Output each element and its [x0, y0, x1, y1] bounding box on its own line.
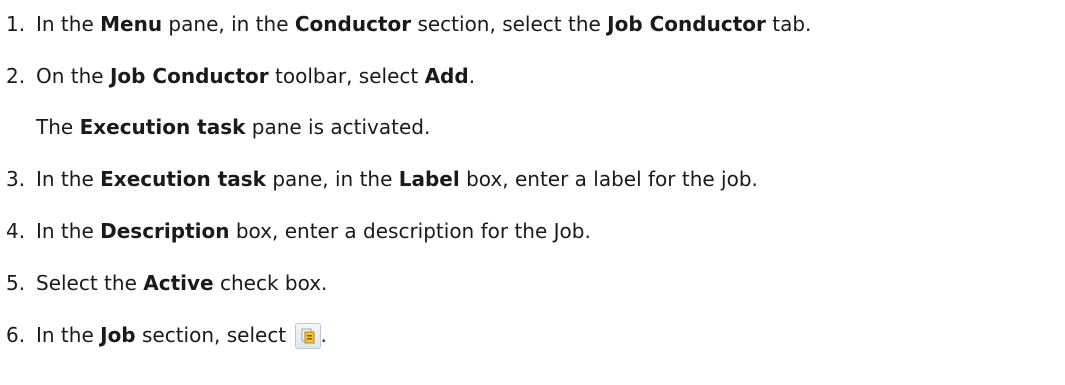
- step-text: .: [468, 64, 476, 88]
- step-bold: Add: [424, 64, 469, 88]
- step-text: .: [320, 323, 327, 347]
- step-6: 6. In the Job section, select .: [6, 321, 327, 349]
- step-bold: Job Conductor: [109, 64, 269, 88]
- step-bold: Execution task: [100, 167, 266, 191]
- step-text: box, enter a description for the Job.: [229, 219, 591, 243]
- instruction-steps: 1. In the Menu pane, in the Conductor sec…: [0, 0, 1065, 385]
- job-select-icon: [294, 323, 321, 349]
- step-bold: Job: [100, 323, 136, 347]
- step-3: 3. In the Execution task pane, in the Lab…: [6, 165, 758, 193]
- step-bold: Conductor: [294, 12, 412, 36]
- step-text: In the: [36, 323, 101, 347]
- step-4: 4. In the Description box, enter a descri…: [6, 217, 591, 245]
- step-bold: Menu: [100, 12, 163, 36]
- step-text: On the: [36, 64, 110, 88]
- step-5: 5. Select the Active check box.: [6, 269, 327, 297]
- step-text: In the: [36, 219, 101, 243]
- step-bold: Label: [398, 167, 460, 191]
- note-text: pane is activated.: [245, 115, 431, 139]
- step-1: 1. In the Menu pane, in the Conductor sec…: [6, 10, 811, 38]
- step-text: In the: [36, 167, 101, 191]
- step-number: 3.: [6, 167, 26, 191]
- step-number: 6.: [6, 323, 26, 347]
- step-text: toolbar, select: [268, 64, 425, 88]
- step-text: check box.: [213, 271, 328, 295]
- step-number: 1.: [6, 12, 26, 36]
- step-2: 2. On the Job Conductor toolbar, select A…: [6, 62, 475, 90]
- step-text: section, select the: [411, 12, 608, 36]
- step-number: 5.: [6, 271, 26, 295]
- step-bold: Description: [100, 219, 230, 243]
- step-text: Select the: [36, 271, 144, 295]
- step-text: box, enter a label for the job.: [459, 167, 758, 191]
- step-number: 2.: [6, 64, 26, 88]
- step-text: In the: [36, 12, 101, 36]
- note-bold: Execution task: [79, 115, 246, 139]
- step-number: 4.: [6, 219, 26, 243]
- step-text: pane, in the: [162, 12, 295, 36]
- step-bold: Active: [143, 271, 214, 295]
- step-text: section, select: [135, 323, 293, 347]
- step-text: pane, in the: [265, 167, 399, 191]
- step-bold: Job Conductor: [607, 12, 766, 36]
- step-2-note: The Execution task pane is activated.: [36, 113, 430, 141]
- note-text: The: [36, 115, 80, 139]
- step-text: tab.: [765, 12, 812, 36]
